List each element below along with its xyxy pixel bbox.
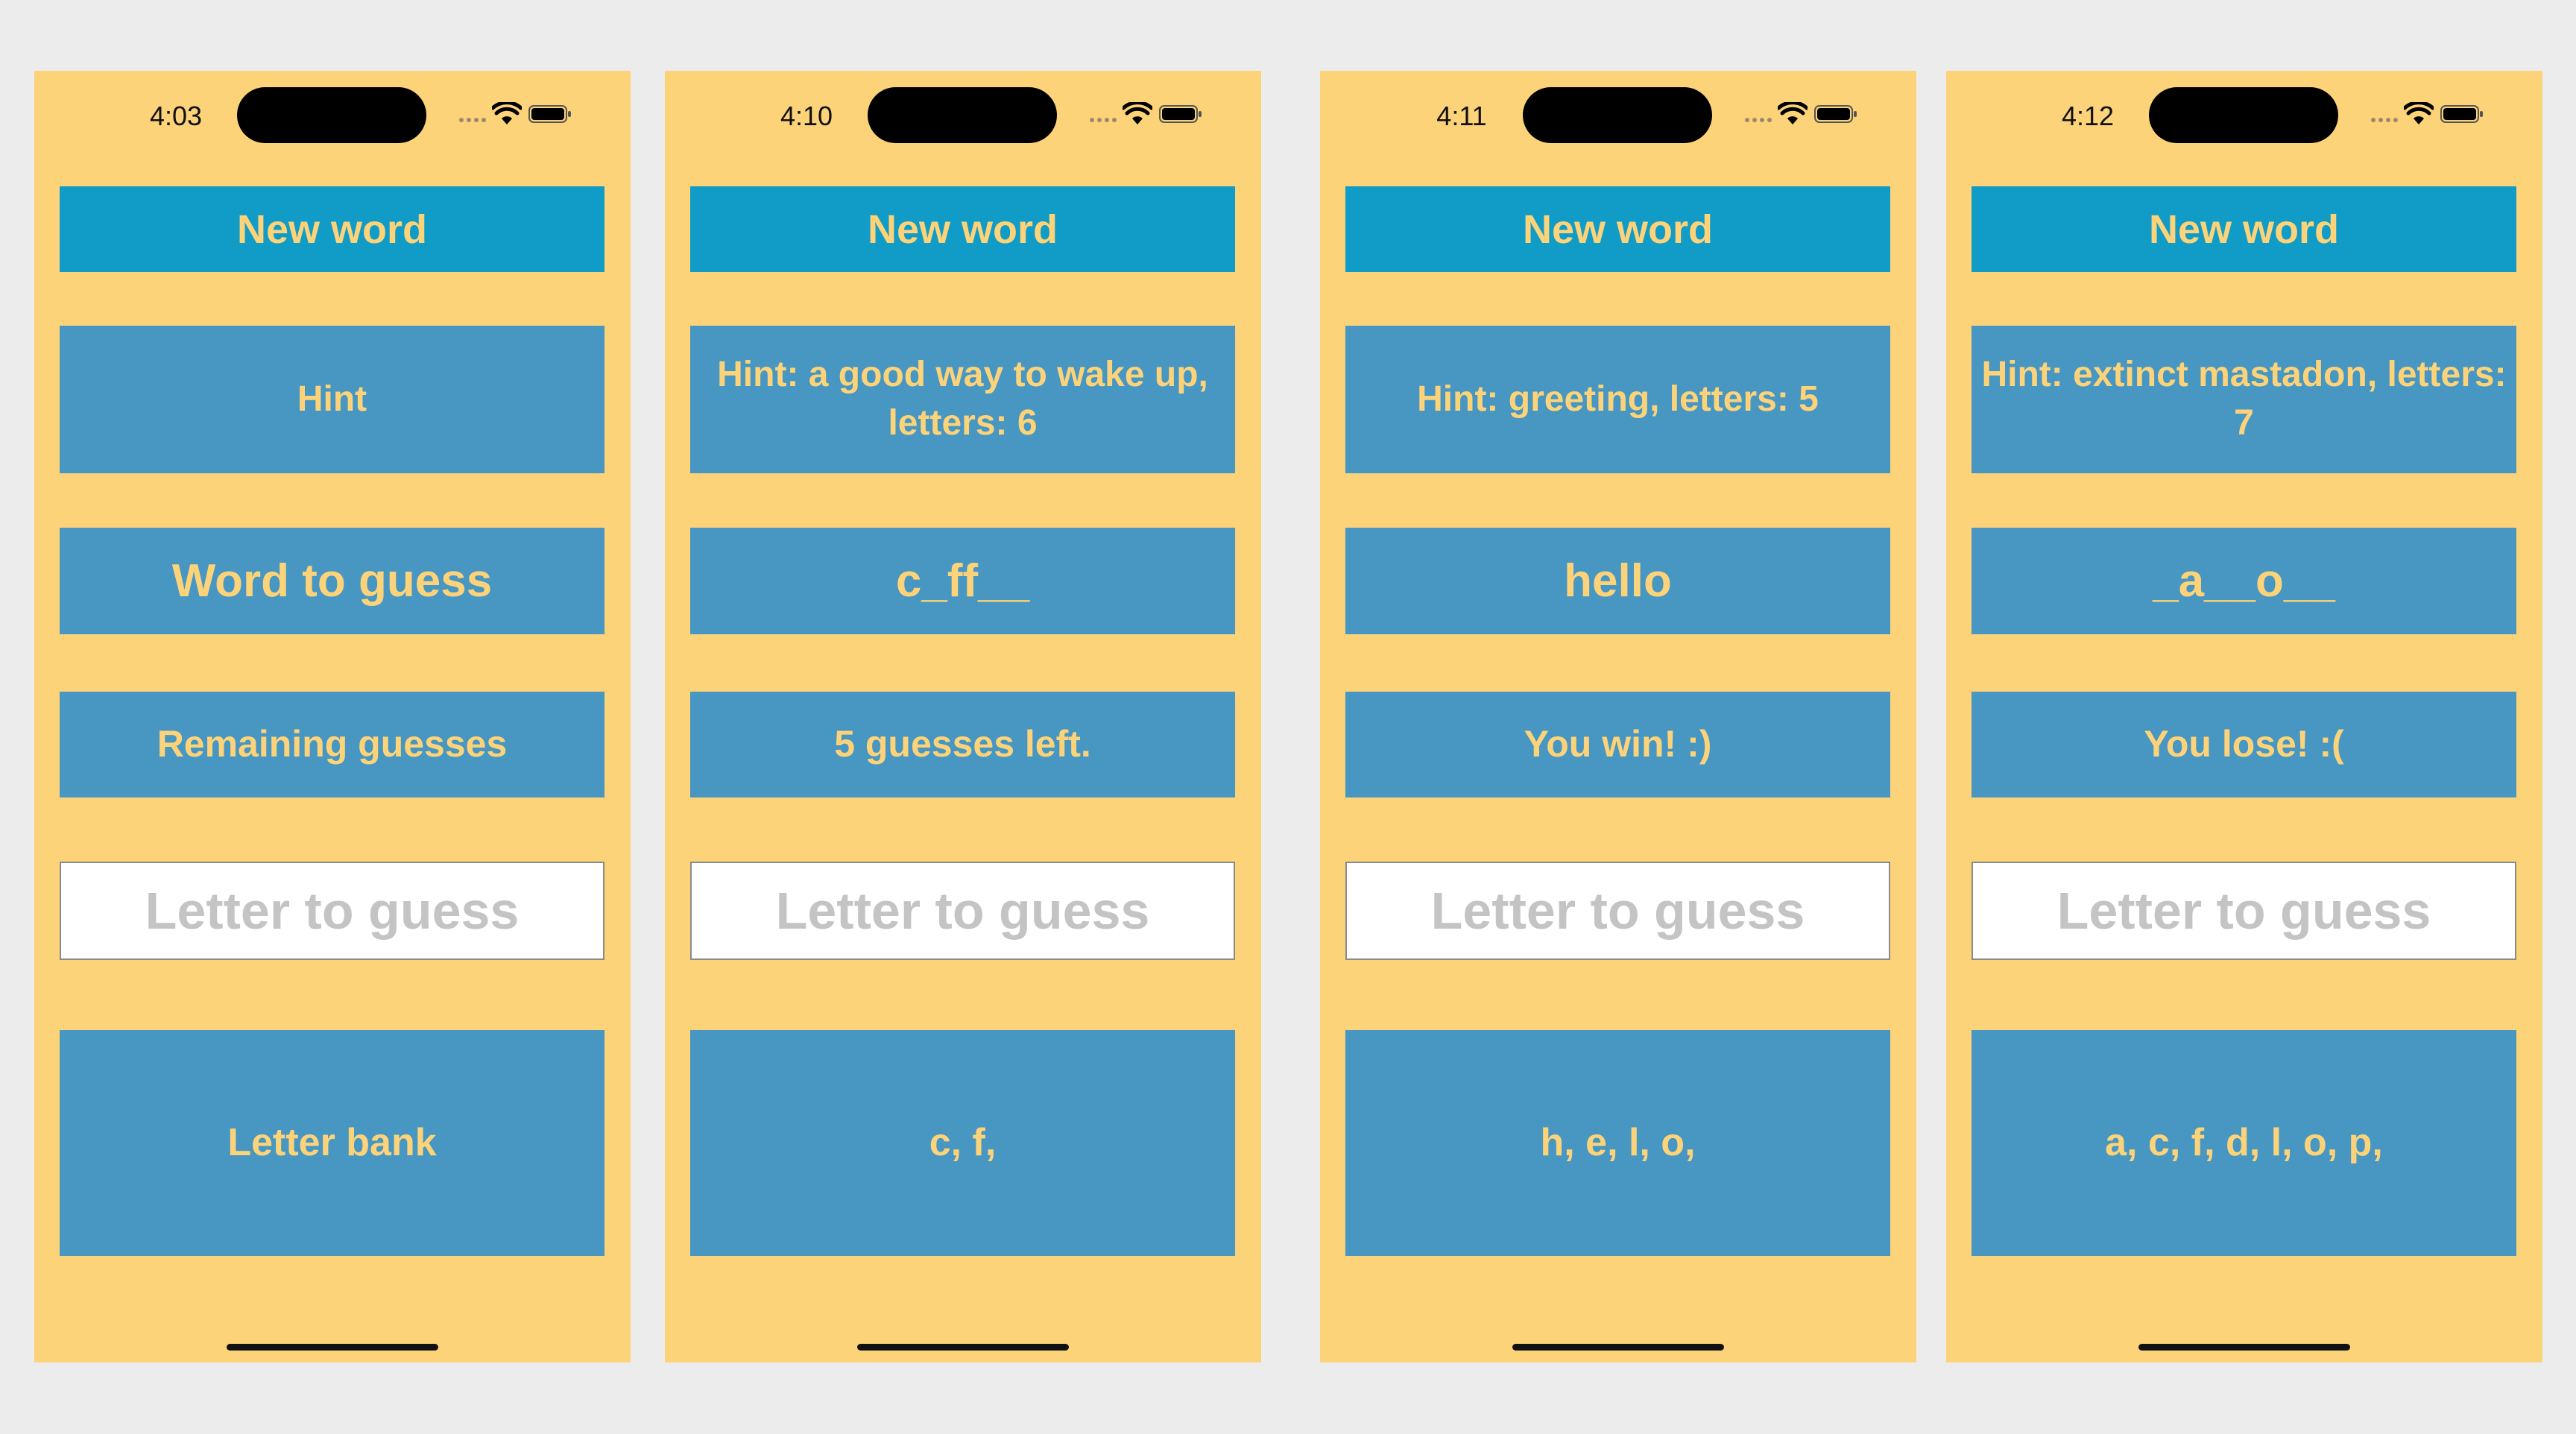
new-word-button[interactable]: New word (1972, 186, 2516, 272)
status-bar: 4:10 (665, 71, 1261, 160)
hint-label: Hint: extinct mastadon, letters: 7 (1972, 326, 2516, 473)
new-word-button[interactable]: New word (60, 186, 604, 272)
hint-label: Hint: a good way to wake up, letters: 6 (690, 326, 1235, 473)
cellular-signal-icon (2371, 113, 2401, 122)
wifi-icon (492, 102, 522, 124)
word-to-guess-label: _a__o__ (1972, 528, 2516, 634)
letter-to-guess-input[interactable] (1345, 862, 1890, 960)
phone-screen-initial: 4:03 New word Hint Word to guess Remaini… (34, 71, 631, 1362)
remaining-guesses-label: You lose! :( (1972, 692, 2516, 797)
battery-icon (528, 105, 571, 123)
status-time: 4:11 (1436, 101, 1487, 131)
home-indicator[interactable] (1512, 1344, 1724, 1351)
dynamic-island (1523, 87, 1712, 143)
status-bar: 4:12 (1946, 71, 2542, 160)
status-bar: 4:03 (34, 71, 631, 160)
word-to-guess-label: Word to guess (60, 528, 604, 634)
letter-bank-label: h, e, l, o, (1345, 1030, 1890, 1256)
dynamic-island (237, 87, 426, 143)
battery-icon (2440, 105, 2483, 123)
status-icons (1090, 102, 1239, 126)
status-time: 4:10 (780, 101, 833, 131)
status-time: 4:03 (149, 101, 203, 131)
remaining-guesses-label: 5 guesses left. (690, 692, 1235, 797)
wifi-icon (1778, 102, 1808, 124)
status-icons (2371, 102, 2520, 126)
home-indicator[interactable] (2138, 1344, 2350, 1351)
hint-label: Hint (60, 326, 604, 473)
letter-bank-label: Letter bank (60, 1030, 604, 1256)
remaining-guesses-label: Remaining guesses (60, 692, 604, 797)
letter-to-guess-input[interactable] (1972, 862, 2516, 960)
remaining-guesses-label: You win! :) (1345, 692, 1890, 797)
battery-icon (1159, 105, 1202, 123)
status-icons (1745, 102, 1894, 126)
letter-to-guess-input[interactable] (690, 862, 1235, 960)
home-indicator[interactable] (227, 1344, 438, 1351)
letter-to-guess-input[interactable] (60, 862, 604, 960)
phone-screen-in-progress: 4:10 New word Hint: a good way to wake u… (665, 71, 1261, 1362)
status-icons (459, 102, 608, 126)
phone-screen-win: 4:11 New word Hint: greeting, letters: 5… (1320, 71, 1916, 1362)
home-indicator[interactable] (857, 1344, 1069, 1351)
letter-bank-label: c, f, (690, 1030, 1235, 1256)
word-to-guess-label: c_ff__ (690, 528, 1235, 634)
cellular-signal-icon (1745, 113, 1775, 122)
status-time: 4:12 (2061, 101, 2115, 131)
cellular-signal-icon (1090, 113, 1120, 122)
wifi-icon (2404, 102, 2434, 124)
dynamic-island (2149, 87, 2338, 143)
phone-screen-lose: 4:12 New word Hint: extinct mastadon, le… (1946, 71, 2542, 1362)
battery-icon (1814, 105, 1857, 123)
wifi-icon (1123, 102, 1152, 124)
letter-bank-label: a, c, f, d, l, o, p, (1972, 1030, 2516, 1256)
dynamic-island (868, 87, 1057, 143)
new-word-button[interactable]: New word (690, 186, 1235, 272)
status-bar: 4:11 (1320, 71, 1916, 160)
word-to-guess-label: hello (1345, 528, 1890, 634)
new-word-button[interactable]: New word (1345, 186, 1890, 272)
cellular-signal-icon (459, 113, 489, 122)
hint-label: Hint: greeting, letters: 5 (1345, 326, 1890, 473)
